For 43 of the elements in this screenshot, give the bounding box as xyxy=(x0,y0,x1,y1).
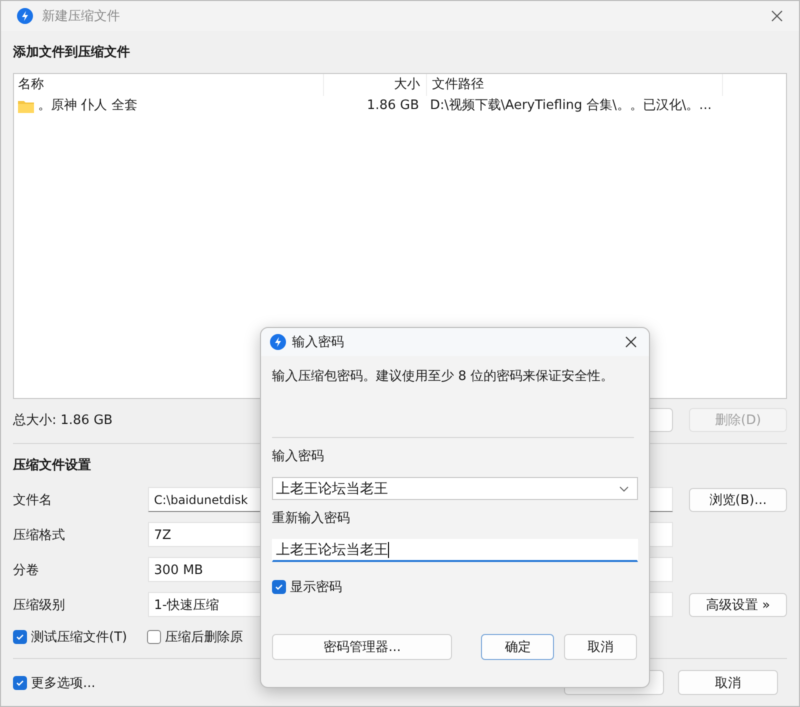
file-name: 。原神 仆人 全套 xyxy=(38,97,138,115)
dialog-title: 输入密码 xyxy=(292,334,344,351)
cancel-button[interactable]: 取消 xyxy=(564,634,637,660)
column-header[interactable]: 名称 xyxy=(14,74,324,96)
password-field[interactable]: 上老王论坛当老王 xyxy=(272,539,638,562)
password-combo-box[interactable]: 上老王论坛当老王 xyxy=(272,477,638,500)
browse-button[interactable]: 浏览(B)... xyxy=(689,488,787,512)
app-icon xyxy=(270,334,286,350)
setting-label: 分卷 xyxy=(13,562,40,578)
setting-label: 文件名 xyxy=(13,492,53,508)
file-path: D:\视频下载\AeryTiefling 合集\。。已汉化\。... xyxy=(429,97,713,115)
file-size: 1.86 GB xyxy=(366,97,420,115)
check-icon xyxy=(274,582,284,592)
field-label: 输入密码 xyxy=(272,448,325,466)
checkbox[interactable] xyxy=(13,676,27,690)
app-icon xyxy=(17,8,33,24)
setting-label: 压缩级别 xyxy=(13,596,66,614)
folder-icon xyxy=(18,100,34,112)
section-heading: 添加文件到压缩文件 xyxy=(13,44,131,62)
chevron-down-icon[interactable] xyxy=(619,486,629,492)
total-size: 总大小: 1.86 GB xyxy=(13,412,113,429)
checkbox[interactable] xyxy=(13,630,27,644)
checkbox-label: 更多选项... xyxy=(31,674,96,692)
section-heading: 压缩文件设置 xyxy=(13,456,92,475)
ok-button[interactable]: 确定 xyxy=(481,634,554,660)
close-icon[interactable] xyxy=(771,10,783,22)
column-header[interactable]: 大小 xyxy=(324,74,427,96)
password-manager-button[interactable]: 密码管理器... xyxy=(272,634,452,660)
cancel-button[interactable]: 取消 xyxy=(678,670,778,695)
close-icon[interactable] xyxy=(625,336,637,348)
checkbox[interactable] xyxy=(272,580,286,594)
checkbox-label: 显示密码 xyxy=(290,579,342,596)
setting-label: 压缩格式 xyxy=(13,526,66,544)
checkbox-label: 压缩后删除原 xyxy=(165,629,244,646)
dialog-description: 输入压缩包密码。建议使用至少 8 位的密码来保证安全性。 xyxy=(272,368,615,386)
checkbox-label: 测试压缩文件(T) xyxy=(31,629,128,646)
advanced-settings-button[interactable]: 高级设置 » xyxy=(689,592,787,616)
check-icon xyxy=(15,678,25,688)
field-label: 重新输入密码 xyxy=(272,510,351,528)
window-title: 新建压缩文件 xyxy=(42,8,120,25)
check-icon xyxy=(15,632,25,642)
column-header[interactable]: 文件路径 xyxy=(427,74,723,96)
checkbox[interactable] xyxy=(147,630,162,644)
